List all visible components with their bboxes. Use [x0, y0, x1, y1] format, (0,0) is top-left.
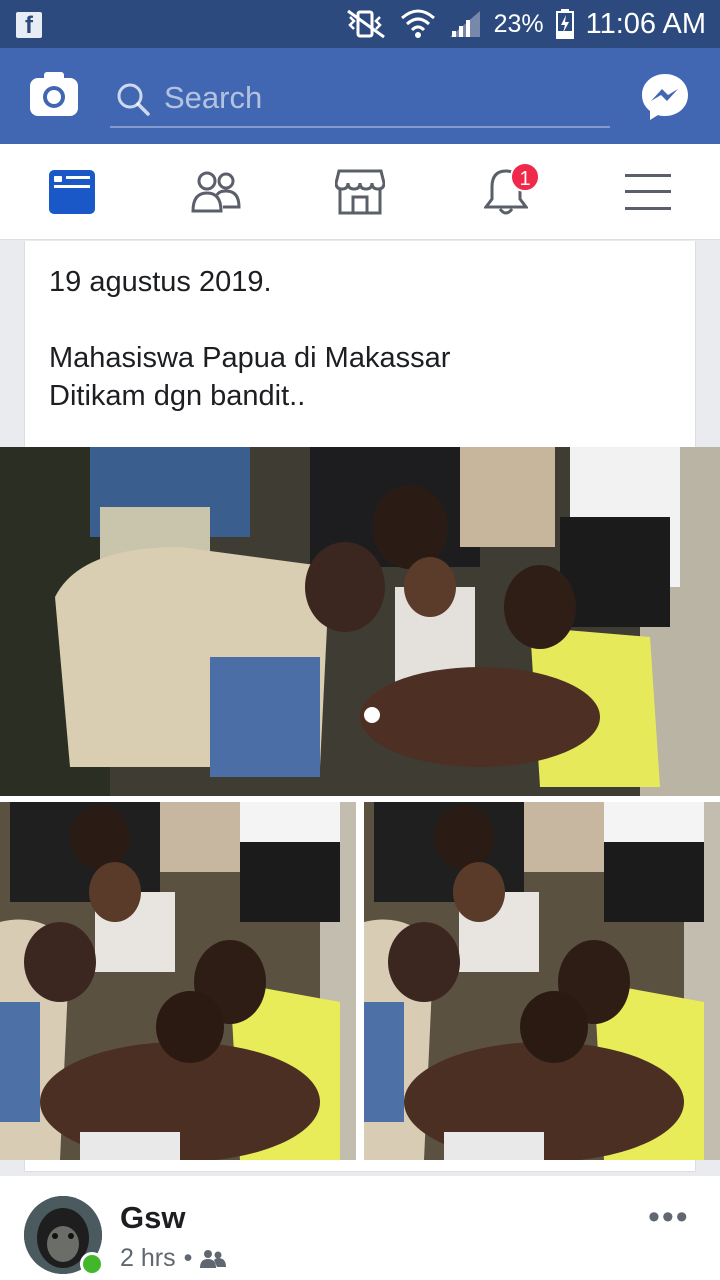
status-icons: 23% 11:06 AM	[344, 0, 706, 48]
news-feed-icon	[49, 170, 95, 214]
facebook-notification-icon: f	[16, 12, 42, 39]
tab-friends[interactable]	[156, 144, 276, 240]
friends-audience-icon	[200, 1249, 227, 1268]
friends-icon	[191, 171, 241, 213]
marketplace-icon	[335, 169, 385, 215]
messenger-icon[interactable]	[640, 72, 690, 122]
camera-icon[interactable]	[30, 72, 78, 116]
app-bar: Search	[0, 48, 720, 144]
vibrate-mute-icon	[346, 9, 385, 39]
tab-marketplace[interactable]	[300, 144, 420, 240]
online-status-dot	[80, 1252, 104, 1276]
post-body-line-2: Ditikam dgn bandit..	[49, 380, 306, 412]
post-time[interactable]: 2 hrs	[120, 1244, 176, 1273]
hamburger-menu-icon	[625, 174, 671, 210]
notification-badge: 1	[510, 162, 540, 192]
signal-icon	[449, 11, 480, 37]
post-card-bottom	[24, 1160, 696, 1172]
post-body-line-1: Mahasiswa Papua di Makassar	[49, 342, 451, 374]
tab-news-feed[interactable]	[12, 144, 132, 240]
tab-menu[interactable]	[588, 144, 708, 240]
wifi-icon	[400, 9, 435, 38]
battery-charging-icon	[555, 9, 574, 39]
next-post-header: Gsw 2 hrs • •••	[0, 1176, 720, 1280]
meta-separator: •	[183, 1244, 193, 1272]
more-options-icon[interactable]: •••	[648, 1198, 690, 1237]
tab-notifications[interactable]	[446, 144, 566, 240]
photo-scene	[364, 802, 720, 1160]
photo-divider-vertical	[356, 802, 364, 1160]
search-icon	[117, 83, 150, 116]
post-author[interactable]: Gsw	[120, 1200, 185, 1236]
photo-scene	[0, 447, 720, 796]
search-input[interactable]: Search	[164, 80, 262, 116]
search-bar[interactable]: Search	[110, 74, 610, 128]
battery-percent: 23%	[493, 9, 544, 38]
post-meta: 2 hrs •	[120, 1244, 227, 1273]
clock: 11:06 AM	[585, 7, 706, 40]
status-bar: f 23% 11:06 AM	[0, 0, 720, 48]
photo-scene	[0, 802, 356, 1160]
post-text: 19 agustus 2019. Mahasiswa Papua di Maka…	[24, 241, 696, 447]
post-photo-right[interactable]	[364, 802, 720, 1160]
post-date-line: 19 agustus 2019.	[49, 266, 272, 298]
post-photo-main[interactable]	[0, 447, 720, 796]
post-photo-left[interactable]	[0, 802, 356, 1160]
tab-bar: 1	[0, 144, 720, 240]
